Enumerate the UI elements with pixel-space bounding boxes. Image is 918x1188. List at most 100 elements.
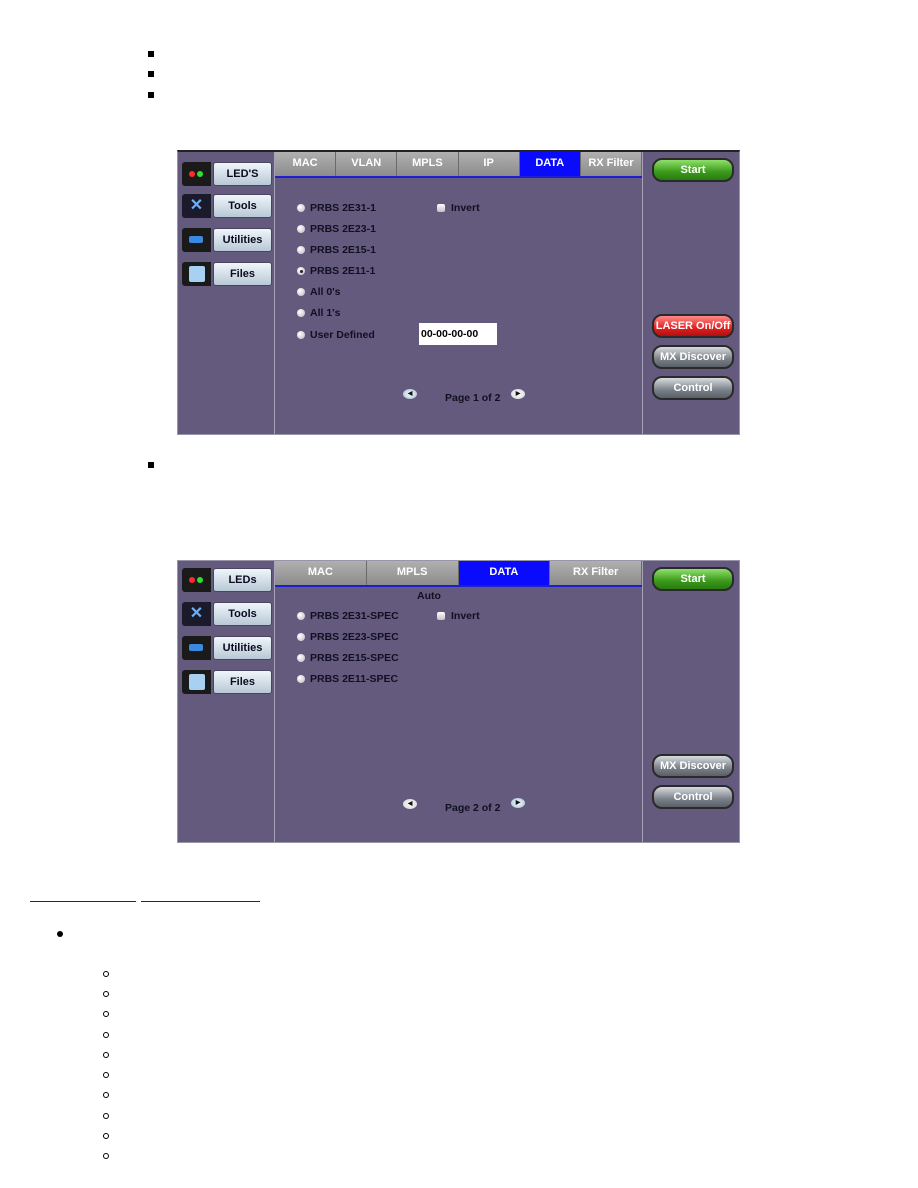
radio-prbs-2e11-1[interactable]: [297, 267, 305, 275]
user-defined-input[interactable]: [419, 323, 497, 345]
list-bullet: [103, 1011, 109, 1017]
tools-icon: ✕: [182, 602, 211, 626]
files-icon: [182, 670, 211, 694]
list-bullet: [103, 971, 109, 977]
list-bullet: [57, 931, 63, 937]
sidebar: LED'S ✕ Tools Utilities Files: [178, 152, 275, 434]
list-bullet: [103, 1113, 109, 1119]
radio-all-ones[interactable]: [297, 309, 305, 317]
option-label: PRBS 2E11-SPEC: [310, 673, 399, 685]
tab-data[interactable]: DATA: [519, 152, 581, 176]
tab-vlan[interactable]: VLAN: [336, 152, 398, 176]
radio-all-zeros[interactable]: [297, 288, 305, 296]
tab-rx-filter[interactable]: RX Filter: [580, 152, 643, 176]
page-indicator: Page 1 of 2: [445, 392, 501, 404]
sidebar-item-label: Utilities: [213, 228, 272, 252]
invert-label: Invert: [451, 202, 480, 214]
option-label: PRBS 2E11-1: [310, 265, 376, 277]
invert-checkbox[interactable]: [437, 204, 445, 212]
option-label: PRBS 2E15-SPEC: [310, 652, 399, 664]
led-icon: [182, 568, 211, 592]
sidebar-item-files[interactable]: Files: [182, 262, 272, 286]
link-underline[interactable]: [30, 901, 136, 902]
sidebar: LEDs ✕ Tools Utilities Files: [178, 561, 275, 842]
list-bullet: [103, 991, 109, 997]
option-label: PRBS 2E15-1: [310, 244, 376, 256]
radio-user-defined[interactable]: [297, 331, 305, 339]
mx-discover-button[interactable]: MX Discover: [652, 345, 734, 369]
list-bullet: [103, 1153, 109, 1159]
radio-prbs-2e23-spec[interactable]: [297, 633, 305, 641]
sidebar-item-leds[interactable]: LED'S: [182, 162, 272, 186]
sidebar-item-utilities[interactable]: Utilities: [182, 636, 272, 660]
list-bullet: [103, 1072, 109, 1078]
option-label: All 0's: [310, 286, 341, 298]
list-bullet: [103, 1032, 109, 1038]
tab-rx-filter[interactable]: RX Filter: [550, 561, 642, 585]
option-label: User Defined: [310, 329, 375, 341]
radio-prbs-2e15-spec[interactable]: [297, 654, 305, 662]
data-config-screen-page-1: LED'S ✕ Tools Utilities Files MAC VLAN M…: [177, 150, 740, 435]
list-bullet: [148, 92, 154, 98]
invert-label: Invert: [451, 610, 480, 622]
radio-prbs-2e31-1[interactable]: [297, 204, 305, 212]
radio-prbs-2e15-1[interactable]: [297, 246, 305, 254]
link-underline[interactable]: [141, 901, 260, 902]
data-config-screen-page-2: LEDs ✕ Tools Utilities Files MAC MPLS DA…: [177, 560, 740, 843]
list-bullet: [148, 71, 154, 77]
sidebar-item-utilities[interactable]: Utilities: [182, 228, 272, 252]
option-label: All 1's: [310, 307, 341, 319]
control-button[interactable]: Control: [652, 376, 734, 400]
option-label: PRBS 2E31-SPEC: [310, 610, 399, 622]
tab-bar: MAC MPLS DATA RX Filter: [275, 561, 642, 587]
start-button[interactable]: Start: [652, 567, 734, 591]
list-bullet: [103, 1052, 109, 1058]
list-bullet: [148, 462, 154, 468]
utilities-icon: [182, 228, 211, 252]
sidebar-item-label: Tools: [213, 194, 272, 218]
next-page-button[interactable]: ▶: [511, 798, 525, 808]
option-label: PRBS 2E23-1: [310, 223, 376, 235]
mx-discover-button[interactable]: MX Discover: [652, 754, 734, 778]
tab-ip[interactable]: IP: [458, 152, 520, 176]
laser-on-off-button[interactable]: LASER On/Off: [652, 314, 734, 338]
sidebar-item-label: Tools: [213, 602, 272, 626]
sidebar-item-label: LEDs: [213, 568, 272, 592]
led-icon: [182, 162, 211, 186]
page-indicator: Page 2 of 2: [445, 802, 501, 814]
action-panel: Start MX Discover Control: [642, 561, 739, 842]
radio-prbs-2e11-spec[interactable]: [297, 675, 305, 683]
tab-mac[interactable]: MAC: [275, 152, 337, 176]
tools-icon: ✕: [182, 194, 211, 218]
sidebar-item-label: Files: [213, 670, 272, 694]
list-bullet: [103, 1133, 109, 1139]
radio-prbs-2e31-spec[interactable]: [297, 612, 305, 620]
sidebar-item-leds[interactable]: LEDs: [182, 568, 272, 592]
sidebar-item-tools[interactable]: ✕ Tools: [182, 602, 272, 626]
prev-page-button[interactable]: ◀: [403, 799, 417, 809]
sidebar-item-files[interactable]: Files: [182, 670, 272, 694]
files-icon: [182, 262, 211, 286]
sidebar-item-label: Files: [213, 262, 272, 286]
tab-mac[interactable]: MAC: [275, 561, 367, 585]
option-label: PRBS 2E23-SPEC: [310, 631, 399, 643]
option-label: PRBS 2E31-1: [310, 202, 376, 214]
invert-checkbox[interactable]: [437, 612, 445, 620]
next-page-button[interactable]: ▶: [511, 389, 525, 399]
prev-page-button[interactable]: ◀: [403, 389, 417, 399]
tab-mpls[interactable]: MPLS: [366, 561, 459, 585]
action-panel: Start LASER On/Off MX Discover Control: [642, 152, 739, 434]
radio-prbs-2e23-1[interactable]: [297, 225, 305, 233]
tab-bar: MAC VLAN MPLS IP DATA RX Filter: [275, 152, 643, 178]
tab-mpls[interactable]: MPLS: [397, 152, 459, 176]
sidebar-item-label: LED'S: [213, 162, 272, 186]
list-bullet: [148, 51, 154, 57]
control-button[interactable]: Control: [652, 785, 734, 809]
sidebar-item-label: Utilities: [213, 636, 272, 660]
tab-data[interactable]: DATA: [458, 561, 551, 585]
start-button[interactable]: Start: [652, 158, 734, 182]
list-bullet: [103, 1092, 109, 1098]
sidebar-item-tools[interactable]: ✕ Tools: [182, 194, 272, 218]
auto-label: Auto: [417, 590, 441, 602]
utilities-icon: [182, 636, 211, 660]
